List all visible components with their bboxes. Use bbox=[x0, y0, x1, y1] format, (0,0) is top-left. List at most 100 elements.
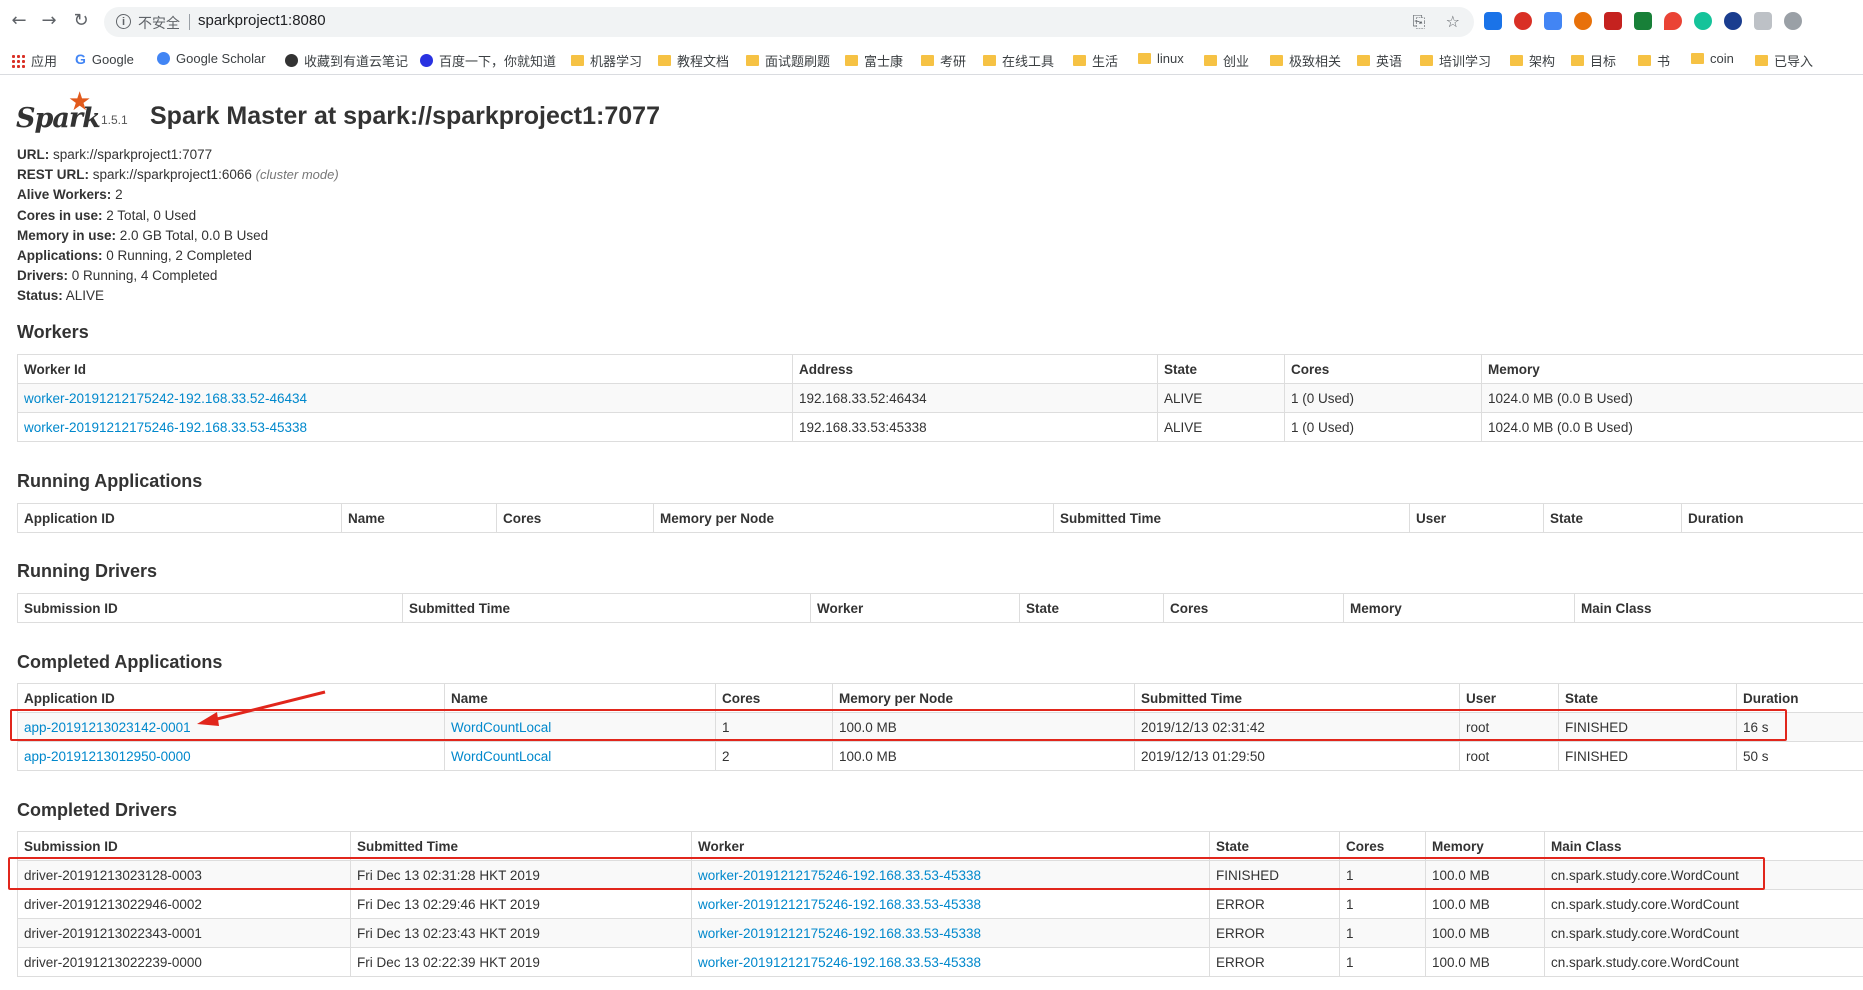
bookmark-item[interactable]: 创业 bbox=[1204, 51, 1249, 70]
column-header[interactable]: Memory bbox=[1425, 831, 1545, 861]
worker-link[interactable]: worker-20191212175246-192.168.33.53-4533… bbox=[698, 955, 981, 970]
column-header[interactable]: Cores bbox=[496, 503, 654, 533]
bookmark-item[interactable]: 面试题刷题 bbox=[746, 51, 830, 70]
column-header[interactable]: State bbox=[1019, 593, 1164, 623]
bookmark-item[interactable]: 生活 bbox=[1073, 51, 1118, 70]
column-header[interactable]: Submitted Time bbox=[1134, 683, 1460, 713]
column-header[interactable]: State bbox=[1558, 683, 1737, 713]
column-header[interactable]: Cores bbox=[1339, 831, 1426, 861]
bookmark-label: 应用 bbox=[31, 54, 58, 69]
column-header[interactable]: Submission ID bbox=[17, 593, 403, 623]
bookmark-item[interactable]: 培训学习 bbox=[1420, 51, 1491, 70]
summary-drivers[interactable]: Drivers: 0 Running, 4 Completed bbox=[17, 266, 339, 286]
column-header[interactable]: Main Class bbox=[1574, 593, 1863, 623]
worker-link[interactable]: worker-20191212175246-192.168.33.53-4533… bbox=[698, 926, 981, 941]
table-cell: driver-20191213022946-0002 bbox=[17, 889, 351, 919]
url-text[interactable]: sparkproject1:8080 bbox=[198, 12, 326, 29]
spark-logo[interactable]: Spark ★ bbox=[16, 87, 101, 134]
extension-icon[interactable] bbox=[1784, 12, 1802, 30]
bookmark-item[interactable]: 百度一下，你就知道 bbox=[420, 51, 556, 70]
bookmark-item[interactable]: 考研 bbox=[921, 51, 966, 70]
bookmark-item[interactable]: 收藏到有道云笔记 bbox=[285, 51, 408, 70]
bookmark-item[interactable]: 目标 bbox=[1571, 51, 1616, 70]
column-header[interactable]: Worker bbox=[691, 831, 1210, 861]
folder-icon bbox=[1510, 55, 1523, 66]
location-icon[interactable] bbox=[1664, 12, 1682, 30]
mail-icon[interactable] bbox=[1754, 12, 1772, 30]
bookmark-item[interactable]: 机器学习 bbox=[571, 51, 642, 70]
bookmark-item[interactable]: linux bbox=[1138, 51, 1184, 66]
column-header[interactable]: Main Class bbox=[1544, 831, 1863, 861]
extension-icon[interactable] bbox=[1514, 12, 1532, 30]
column-header[interactable]: State bbox=[1157, 354, 1285, 384]
column-header[interactable]: Application ID bbox=[17, 503, 342, 533]
table-cell: cn.spark.study.core.WordCount bbox=[1544, 889, 1863, 919]
bookmark-item[interactable]: 已导入 bbox=[1755, 51, 1813, 70]
table-cell: 2019/12/13 01:29:50 bbox=[1134, 741, 1460, 771]
bookmark-label: 富士康 bbox=[864, 54, 904, 69]
extension-icon[interactable] bbox=[1484, 12, 1502, 30]
column-header[interactable]: Application ID bbox=[17, 683, 445, 713]
extension-icon[interactable] bbox=[1724, 12, 1742, 30]
column-header[interactable]: Cores bbox=[1163, 593, 1344, 623]
column-header[interactable]: Cores bbox=[1284, 354, 1482, 384]
column-header[interactable]: Memory per Node bbox=[653, 503, 1054, 533]
column-header[interactable]: State bbox=[1209, 831, 1340, 861]
shield-icon[interactable] bbox=[1634, 12, 1652, 30]
column-header[interactable]: Duration bbox=[1736, 683, 1863, 713]
column-header[interactable]: User bbox=[1459, 683, 1559, 713]
workers-table: Worker Id Address State Cores Memory wor… bbox=[17, 354, 1863, 442]
folder-icon bbox=[983, 55, 996, 66]
bookmark-item[interactable]: Google Scholar bbox=[157, 51, 266, 66]
forward-arrow-icon[interactable]: → bbox=[38, 10, 60, 32]
extension-icon[interactable] bbox=[1604, 12, 1622, 30]
column-header[interactable]: Submitted Time bbox=[402, 593, 811, 623]
application-link[interactable]: app-20191213023142-0001 bbox=[24, 720, 191, 735]
bookmark-item[interactable]: G Google bbox=[75, 51, 134, 67]
bookmark-item[interactable]: coin bbox=[1691, 51, 1734, 66]
column-header[interactable]: Worker Id bbox=[17, 354, 793, 384]
worker-link[interactable]: worker-20191212175246-192.168.33.53-4533… bbox=[24, 420, 307, 435]
bookmarks-bar: 应用 G Google Google Scholar 收藏到有道云笔记 百度一下，你就知道… bbox=[0, 44, 1863, 75]
column-header[interactable]: Memory bbox=[1481, 354, 1863, 384]
worker-link[interactable]: worker-20191212175242-192.168.33.52-4643… bbox=[24, 391, 307, 406]
info-icon[interactable]: i bbox=[116, 14, 131, 29]
star-icon[interactable]: ☆ bbox=[1446, 12, 1460, 31]
column-header[interactable]: Address bbox=[792, 354, 1158, 384]
application-name-link[interactable]: WordCountLocal bbox=[451, 749, 551, 764]
reload-icon[interactable]: ↻ bbox=[70, 10, 92, 32]
column-header[interactable]: Name bbox=[341, 503, 497, 533]
grammarly-icon[interactable] bbox=[1694, 12, 1712, 30]
worker-link[interactable]: worker-20191212175246-192.168.33.53-4533… bbox=[698, 897, 981, 912]
application-name-link[interactable]: WordCountLocal bbox=[451, 720, 551, 735]
translate-icon[interactable]: ⎘ bbox=[1413, 12, 1426, 31]
application-link[interactable]: app-20191213012950-0000 bbox=[24, 749, 191, 764]
column-header[interactable]: Memory per Node bbox=[832, 683, 1135, 713]
back-arrow-icon[interactable]: ← bbox=[8, 10, 30, 32]
bookmark-label: Google bbox=[91, 51, 134, 67]
bookmark-item[interactable]: 在线工具 bbox=[983, 51, 1054, 70]
column-header[interactable]: Submitted Time bbox=[350, 831, 692, 861]
column-header[interactable]: Name bbox=[444, 683, 716, 713]
bookmark-item[interactable]: 教程文档 bbox=[658, 51, 729, 70]
translate-extension-icon[interactable] bbox=[1544, 12, 1562, 30]
column-header[interactable]: Cores bbox=[715, 683, 833, 713]
column-header[interactable]: Worker bbox=[810, 593, 1020, 623]
column-header[interactable]: User bbox=[1409, 503, 1544, 533]
bookmark-item[interactable]: 应用 bbox=[11, 51, 57, 70]
bookmark-item[interactable]: 架构 bbox=[1510, 51, 1555, 70]
bookmark-item[interactable]: 英语 bbox=[1357, 51, 1402, 70]
column-header[interactable]: Submission ID bbox=[17, 831, 351, 861]
bookmark-item[interactable]: 极致相关 bbox=[1270, 51, 1341, 70]
table-cell: 192.168.33.53:45338 bbox=[792, 412, 1158, 442]
summary-applications[interactable]: Applications: 0 Running, 2 Completed bbox=[17, 246, 339, 266]
bookmark-item[interactable]: 书 bbox=[1638, 51, 1670, 70]
column-header[interactable]: Duration bbox=[1681, 503, 1863, 533]
address-bar[interactable]: i 不安全 sparkproject1:8080 ⎘ ☆ bbox=[104, 7, 1474, 37]
bookmark-item[interactable]: 富士康 bbox=[845, 51, 903, 70]
column-header[interactable]: Memory bbox=[1343, 593, 1575, 623]
worker-link[interactable]: worker-20191212175246-192.168.33.53-4533… bbox=[698, 868, 981, 883]
column-header[interactable]: State bbox=[1543, 503, 1682, 533]
extension-icon[interactable] bbox=[1574, 12, 1592, 30]
column-header[interactable]: Submitted Time bbox=[1053, 503, 1410, 533]
